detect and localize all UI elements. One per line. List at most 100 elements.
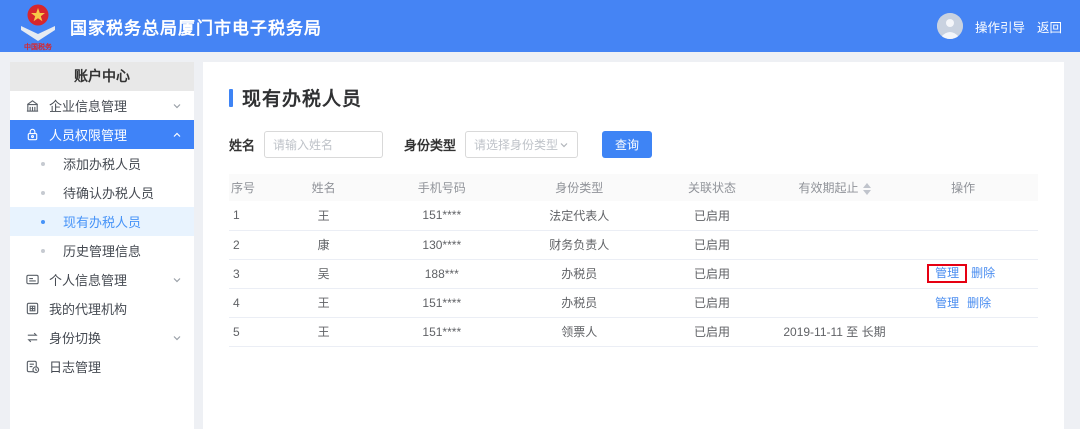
sidebar-item-log-management[interactable]: 日志管理	[10, 352, 194, 381]
sidebar-item-label: 待确认办税人员	[63, 186, 155, 201]
delete-link[interactable]: 删除	[971, 266, 995, 280]
manage-link[interactable]: 管理	[935, 266, 959, 280]
sidebar-menu: 企业信息管理 人员权限管理添加办税人员 待确认办税人员 现有办税人员 历史管理信息个人信…	[10, 91, 194, 381]
red-highlight-annotation: 管理	[927, 264, 968, 283]
status-cell: 已启用	[643, 288, 781, 318]
bullet-icon	[41, 190, 45, 195]
tax-staff-table: 序号 姓名 手机号码 身份类型 关联状态 有效期起止 操作 1 王 151**** 法定代表人 已启…	[229, 174, 1038, 347]
sidebar-item-label: 企业信息管理	[49, 99, 128, 114]
identity-type-cell: 财务负责人	[515, 230, 644, 260]
sidebar-item-label: 身份切换	[49, 331, 102, 346]
lock-icon	[24, 127, 40, 143]
column-header: 关联状态	[643, 174, 781, 201]
column-header: 手机号码	[368, 174, 516, 201]
sidebar-item-add-tax-staff[interactable]: 添加办税人员	[10, 149, 194, 178]
name-cell: 王	[279, 288, 369, 318]
identity-type-cell: 领票人	[515, 317, 644, 347]
status-cell: 已启用	[643, 317, 781, 347]
validity-period-cell	[780, 201, 889, 231]
row-index: 2	[229, 230, 280, 260]
identity-type-label: 身份类型	[404, 138, 457, 153]
main-panel: 现有办税人员 姓名 身份类型 请选择身份类型 查询 序号姓名手机号码身份类型关联…	[203, 62, 1064, 429]
status-cell: 已启用	[643, 259, 781, 289]
actions-cell	[888, 201, 1038, 231]
name-cell: 王	[279, 201, 369, 231]
title-accent-bar	[229, 88, 233, 107]
sidebar-item-label: 添加办税人员	[63, 157, 142, 172]
sidebar-item-identity-switch[interactable]: 身份切换	[10, 323, 194, 352]
bullet-icon	[41, 248, 45, 253]
table-row: 1 王 151**** 法定代表人 已启用	[229, 201, 1038, 231]
building-icon	[24, 98, 40, 114]
row-index: 3	[229, 259, 280, 289]
phone-cell: 130****	[368, 230, 516, 260]
back-link[interactable]: 返回	[1037, 17, 1062, 36]
status-cell: 已启用	[643, 201, 781, 231]
column-header: 操作	[888, 174, 1038, 201]
column-header: 序号	[229, 174, 280, 201]
table-row: 2 康 130**** 财务负责人 已启用	[229, 230, 1038, 260]
sidebar-item-current-tax-staff[interactable]: 现有办税人员	[10, 207, 194, 236]
sidebar-item-enterprise-info[interactable]: 企业信息管理	[10, 91, 194, 120]
name-label: 姓名	[229, 138, 256, 153]
sidebar-item-personal-info[interactable]: 个人信息管理	[10, 265, 194, 294]
row-index: 5	[229, 317, 280, 347]
chevron-down-icon	[172, 275, 182, 285]
sidebar-item-label: 历史管理信息	[63, 244, 142, 259]
top-header: 中国税务 国家税务总局厦门市电子税务局 操作引导 返回	[0, 0, 1080, 52]
phone-cell: 151****	[368, 317, 516, 347]
search-form: 姓名 身份类型 请选择身份类型 查询	[229, 131, 1038, 158]
actions-cell: 管理 删除	[888, 259, 1038, 289]
sidebar-item-personnel-rights[interactable]: 人员权限管理	[10, 120, 194, 149]
user-avatar[interactable]	[936, 13, 963, 39]
table-row: 3 吴 188*** 办税员 已启用 管理 删除	[229, 259, 1038, 289]
phone-cell: 188***	[368, 259, 516, 289]
name-cell: 王	[279, 317, 369, 347]
sidebar-item-label: 现有办税人员	[63, 215, 142, 230]
log-icon	[24, 359, 40, 375]
bullet-icon	[41, 219, 45, 224]
chevron-down-icon	[172, 333, 182, 343]
query-button[interactable]: 查询	[602, 131, 653, 158]
phone-cell: 151****	[368, 288, 516, 318]
name-input[interactable]	[264, 131, 384, 158]
chevron-down-icon	[172, 101, 182, 111]
sidebar-item-label: 人员权限管理	[49, 128, 128, 143]
manage-link[interactable]: 管理	[935, 296, 959, 310]
chevron-down-icon	[559, 140, 569, 150]
sidebar-title: 账户中心	[10, 62, 194, 91]
switch-icon	[24, 330, 40, 346]
row-index: 1	[229, 201, 280, 231]
table-row: 4 王 151**** 办税员 已启用 管理 删除	[229, 288, 1038, 318]
sidebar-item-label: 日志管理	[49, 360, 102, 375]
operation-guide-link[interactable]: 操作引导	[975, 17, 1025, 36]
column-header: 身份类型	[515, 174, 644, 201]
sidebar-item-my-agency[interactable]: 我的代理机构	[10, 294, 194, 323]
bullet-icon	[41, 161, 45, 166]
actions-cell	[888, 230, 1038, 260]
column-header: 姓名	[279, 174, 369, 201]
sidebar-item-pending-tax-staff[interactable]: 待确认办税人员	[10, 178, 194, 207]
row-index: 4	[229, 288, 280, 318]
tax-bureau-logo-icon: 中国税务	[21, 4, 55, 51]
sort-icon[interactable]	[862, 182, 871, 195]
app-title: 国家税务总局厦门市电子税务局	[70, 18, 322, 38]
page-title: 现有办税人员	[229, 84, 1038, 111]
actions-cell: 管理 删除	[888, 288, 1038, 318]
id-card-icon	[24, 272, 40, 288]
phone-cell: 151****	[368, 201, 516, 231]
table-row: 5 王 151**** 领票人 已启用 2019-11-11 至 长期	[229, 317, 1038, 347]
table-header-row: 序号 姓名 手机号码 身份类型 关联状态 有效期起止 操作	[229, 174, 1038, 201]
sidebar-item-history-info[interactable]: 历史管理信息	[10, 236, 194, 265]
status-cell: 已启用	[643, 230, 781, 260]
sidebar-item-label: 我的代理机构	[49, 302, 128, 317]
validity-period-cell: 2019-11-11 至 长期	[780, 317, 889, 347]
identity-type-select[interactable]: 请选择身份类型	[465, 131, 579, 158]
identity-type-cell: 法定代表人	[515, 201, 644, 231]
name-cell: 吴	[279, 259, 369, 289]
delete-link[interactable]: 删除	[967, 296, 991, 310]
agency-icon	[24, 301, 40, 317]
sidebar-item-label: 个人信息管理	[49, 273, 128, 288]
validity-period-cell	[780, 259, 889, 289]
identity-type-cell: 办税员	[515, 259, 644, 289]
